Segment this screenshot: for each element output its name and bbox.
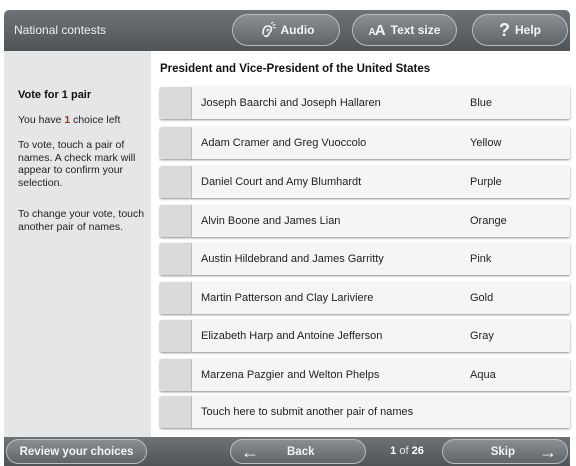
text-size-big-glyph: A [374, 21, 386, 39]
candidate-row[interactable]: Austin Hildebrand and James Garritty Pin… [160, 243, 570, 275]
checkbox[interactable] [160, 243, 192, 275]
page-counter: 1 of 26 [374, 437, 440, 466]
back-label: Back [287, 445, 315, 458]
candidate-names: Alvin Boone and James Lian [201, 215, 341, 227]
checkbox[interactable] [160, 87, 192, 119]
candidate-names: Elizabeth Harp and Antoine Jefferson [201, 330, 383, 342]
candidate-party: Blue [470, 97, 493, 109]
text-size-button[interactable]: AA Text size [352, 14, 457, 46]
candidate-row[interactable]: Adam Cramer and Greg Vuoccolo Yellow [160, 127, 570, 159]
candidate-row[interactable]: Alvin Boone and James Lian Orange [160, 205, 570, 237]
candidate-row[interactable]: Elizabeth Harp and Antoine Jefferson Gra… [160, 320, 570, 352]
candidate-party: Aqua [470, 369, 496, 381]
checkbox[interactable] [160, 166, 192, 198]
candidate-row[interactable]: Marzena Pazgier and Welton Phelps Aqua [160, 359, 570, 391]
change-vote-instruction: To change your vote, touch another pair … [18, 208, 145, 233]
candidate-party: Yellow [470, 137, 502, 149]
audio-label: Audio [280, 23, 315, 37]
candidate-names: Joseph Baarchi and Joseph Hallaren [201, 97, 381, 109]
candidate-names: Martin Patterson and Clay Lariviere [201, 292, 374, 304]
candidate-party: Orange [470, 215, 507, 227]
help-button[interactable]: ? Help [472, 14, 568, 46]
checkbox[interactable] [160, 127, 192, 159]
choices-left-suffix: choice left [70, 114, 121, 126]
review-choices-label: Review your choices [19, 445, 134, 458]
page-total: 26 [411, 445, 424, 457]
choices-left-prefix: You have [18, 114, 65, 126]
checkbox[interactable] [160, 359, 192, 391]
candidate-party: Purple [470, 176, 502, 188]
arrow-left-icon: ← [241, 441, 259, 462]
arrow-right-icon: → [539, 441, 557, 462]
checkbox[interactable] [160, 205, 192, 237]
review-choices-button[interactable]: Review your choices [6, 439, 147, 464]
text-size-icon: AA [369, 22, 386, 39]
audio-button[interactable]: Audio [232, 14, 340, 46]
skip-label: Skip [490, 445, 515, 458]
back-button[interactable]: ← Back [230, 439, 366, 464]
vote-for-heading: Vote for 1 pair [18, 89, 92, 101]
choices-left-text: You have 1 choice left [18, 114, 148, 127]
candidate-names: Austin Hildebrand and James Garritty [201, 253, 384, 265]
candidate-row[interactable]: Martin Patterson and Clay Lariviere Gold [160, 282, 570, 314]
page-of: of [396, 445, 412, 457]
candidate-party: Pink [470, 253, 492, 265]
write-in-label: Touch here to submit another pair of nam… [201, 406, 414, 418]
checkbox[interactable] [160, 282, 192, 314]
top-bar: National contests Audio AA Text size ? H… [4, 10, 570, 51]
audio-ear-icon [258, 21, 276, 39]
candidate-names: Daniel Court and Amy Blumhardt [201, 176, 362, 188]
bottom-bar: Review your choices ← Back 1 of 26 Skip … [4, 437, 570, 466]
checkbox[interactable] [160, 320, 192, 352]
candidate-names: Adam Cramer and Greg Vuoccolo [201, 137, 367, 149]
candidate-names: Marzena Pazgier and Welton Phelps [201, 369, 380, 381]
checkbox[interactable] [160, 396, 192, 428]
contest-title: President and Vice-President of the Unit… [160, 63, 431, 75]
write-in-row[interactable]: Touch here to submit another pair of nam… [160, 396, 570, 428]
help-label: Help [514, 23, 541, 37]
text-size-label: Text size [390, 23, 441, 37]
candidate-party: Gold [470, 292, 494, 304]
candidate-row[interactable]: Joseph Baarchi and Joseph Hallaren Blue [160, 87, 570, 119]
page-title: National contests [14, 23, 107, 37]
candidate-row[interactable]: Daniel Court and Amy Blumhardt Purple [160, 166, 570, 198]
skip-button[interactable]: Skip → [442, 439, 568, 464]
instructions-sidebar: Vote for 1 pair You have 1 choice left T… [4, 51, 151, 437]
vote-instruction: To vote, touch a pair of names. A check … [18, 139, 136, 189]
help-question-icon: ? [498, 19, 510, 40]
candidate-party: Gray [470, 330, 494, 342]
